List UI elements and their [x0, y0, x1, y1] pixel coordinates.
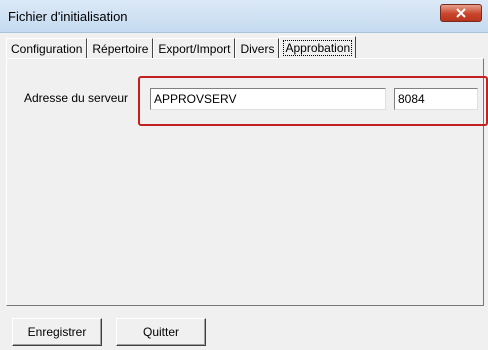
save-button[interactable]: Enregistrer: [12, 318, 102, 346]
tab-divers[interactable]: Divers: [235, 38, 280, 58]
tab-export-import[interactable]: Export/Import: [153, 38, 236, 58]
title-bar: Fichier d'initialisation: [0, 0, 488, 33]
quit-button[interactable]: Quitter: [116, 318, 206, 346]
server-address-input[interactable]: [150, 88, 386, 110]
tab-configuration[interactable]: Configuration: [6, 38, 88, 58]
dialog-window: Fichier d'initialisation Configuration R…: [0, 0, 488, 350]
close-button[interactable]: [440, 4, 482, 22]
close-icon: [456, 8, 466, 18]
tab-approbation[interactable]: Approbation: [279, 36, 357, 58]
button-bar: Enregistrer Quitter: [6, 308, 484, 348]
window-title: Fichier d'initialisation: [8, 9, 128, 24]
server-port-input[interactable]: [394, 88, 478, 110]
tab-bar: Configuration Répertoire Export/Import D…: [6, 36, 357, 58]
server-address-label: Adresse du serveur: [24, 91, 129, 105]
tab-repertoire[interactable]: Répertoire: [87, 38, 154, 58]
